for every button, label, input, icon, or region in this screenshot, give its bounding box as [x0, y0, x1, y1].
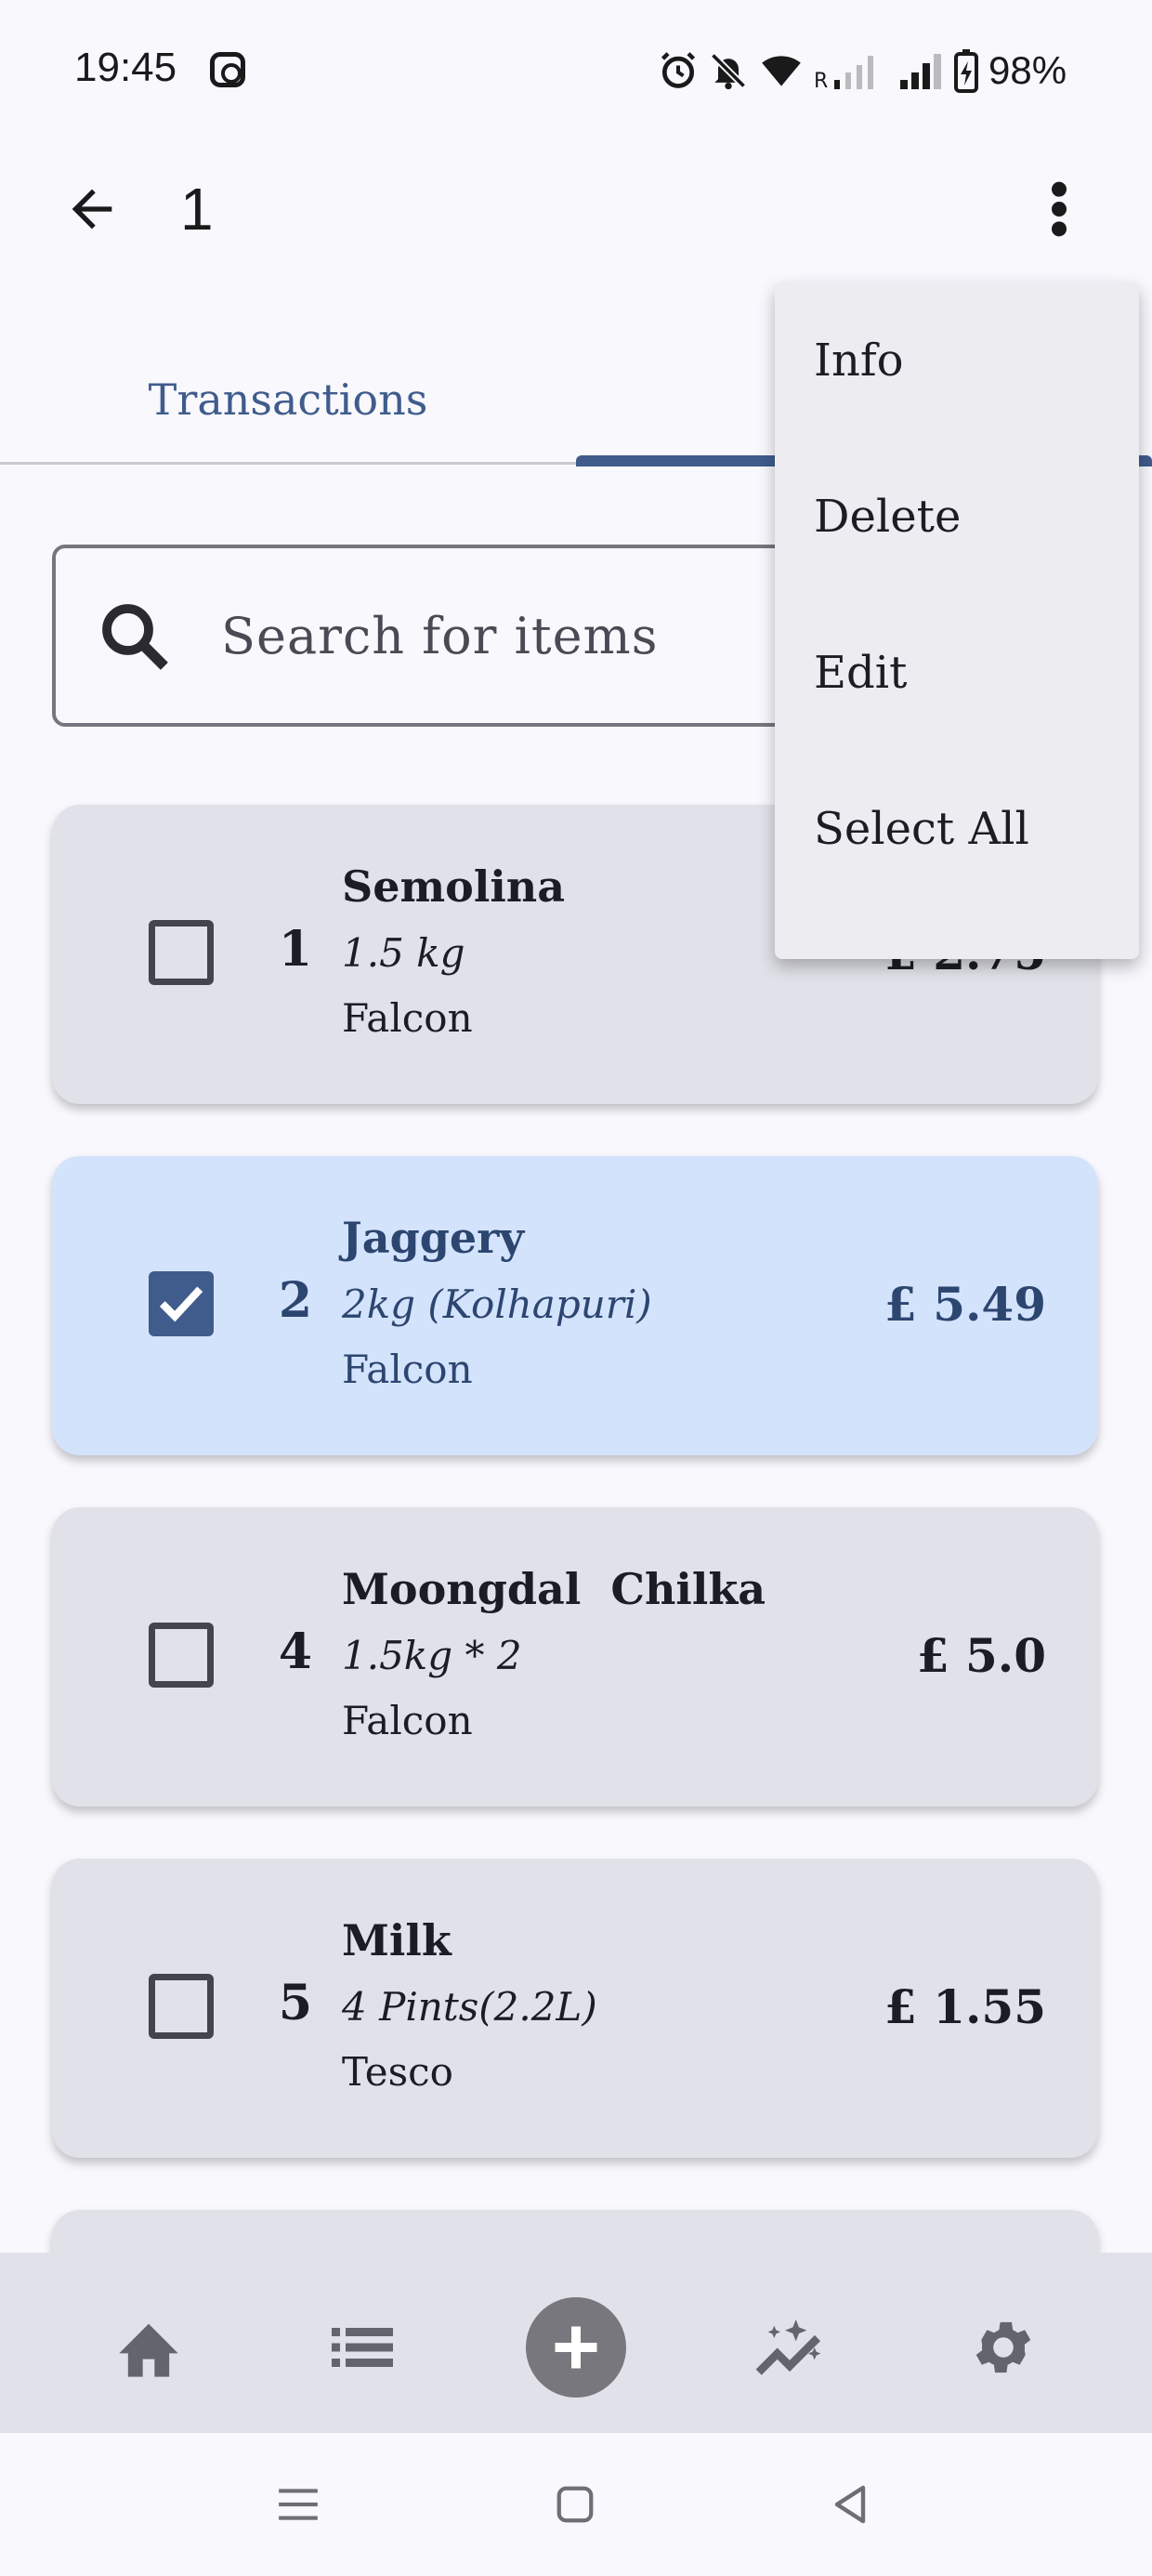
item-store: Falcon	[342, 995, 473, 1041]
list-item[interactable]: 5 Milk 4 Pints(2.2L) Tesco £ 1.55	[52, 1859, 1098, 2158]
item-quantity: 2kg (Kolhapuri)	[342, 1281, 652, 1327]
check-icon	[159, 1286, 203, 1322]
item-checkbox[interactable]	[149, 1271, 214, 1336]
item-name: Moongdal Chilka	[342, 1564, 766, 1614]
battery-level: 98%	[988, 48, 1067, 92]
more-vertical-icon	[1052, 181, 1067, 237]
settings-icon	[975, 2321, 1031, 2373]
status-time: 19:45	[74, 45, 177, 90]
recents-button[interactable]	[266, 2472, 331, 2537]
nav-home[interactable]	[102, 2301, 195, 2394]
item-checkbox[interactable]	[149, 1974, 214, 2039]
home-square-icon	[556, 2486, 594, 2523]
signal-icon	[900, 54, 941, 89]
arrow-left-icon	[72, 189, 112, 230]
list-icon	[332, 2328, 393, 2367]
nav-insights[interactable]	[743, 2301, 836, 2394]
item-price: £ 5.49	[884, 1277, 1046, 1332]
item-number: 2	[278, 1272, 313, 1329]
menu-item-select-all[interactable]: Select All	[775, 751, 1139, 907]
wifi-icon	[762, 56, 801, 86]
item-store: Falcon	[342, 1698, 473, 1743]
menu-item-edit[interactable]: Edit	[775, 595, 1139, 751]
item-checkbox[interactable]	[149, 1623, 214, 1688]
status-icons: R 98%	[658, 43, 1067, 99]
item-store: Tesco	[342, 2049, 453, 2095]
tab-transactions[interactable]: Transactions	[0, 335, 576, 465]
add-circle-icon	[555, 2326, 597, 2369]
nav-list[interactable]	[316, 2301, 409, 2394]
item-quantity: 1.5kg * 2	[342, 1633, 522, 1678]
item-number: 1	[278, 921, 313, 978]
item-price: £ 5.0	[916, 1628, 1046, 1683]
back-system-button[interactable]	[818, 2472, 883, 2537]
page-title: 1	[180, 176, 214, 243]
back-triangle-icon	[834, 2485, 866, 2524]
item-store: Falcon	[342, 1347, 473, 1392]
muted-bell-icon	[710, 52, 747, 90]
item-number: 4	[278, 1623, 313, 1680]
search-icon	[102, 604, 168, 670]
search-placeholder: Search for items	[221, 607, 659, 665]
home-icon	[119, 2323, 178, 2377]
item-name: Milk	[342, 1915, 452, 1965]
svg-text:R: R	[814, 70, 828, 91]
instagram-icon	[210, 52, 245, 87]
item-checkbox[interactable]	[149, 920, 214, 985]
overflow-menu: Info Delete Edit Select All	[775, 283, 1139, 959]
battery-charging-icon	[954, 49, 978, 93]
menu-item-info[interactable]: Info	[775, 283, 1139, 439]
list-item[interactable]: 4 Moongdal Chilka 1.5kg * 2 Falcon £ 5.0	[52, 1507, 1098, 1807]
item-name: Jaggery	[342, 1213, 525, 1263]
insights-icon	[755, 2320, 821, 2375]
nav-settings[interactable]	[957, 2301, 1050, 2394]
item-number: 5	[278, 1975, 313, 2031]
more-options-button[interactable]	[1022, 167, 1096, 251]
back-button[interactable]	[50, 167, 134, 251]
recents-icon	[279, 2489, 318, 2520]
alarm-icon	[661, 52, 696, 88]
item-quantity: 4 Pints(2.2L)	[342, 1984, 597, 2030]
roaming-signal-icon: R	[814, 56, 873, 91]
item-price: £ 1.55	[884, 1979, 1046, 2034]
menu-item-delete[interactable]: Delete	[775, 439, 1139, 595]
list-item[interactable]: 2 Jaggery 2kg (Kolhapuri) Falcon £ 5.49	[52, 1156, 1098, 1455]
item-name: Semolina	[342, 861, 566, 912]
add-button[interactable]	[526, 2297, 626, 2398]
home-system-button[interactable]	[543, 2472, 608, 2537]
item-quantity: 1.5 kg	[342, 930, 465, 976]
